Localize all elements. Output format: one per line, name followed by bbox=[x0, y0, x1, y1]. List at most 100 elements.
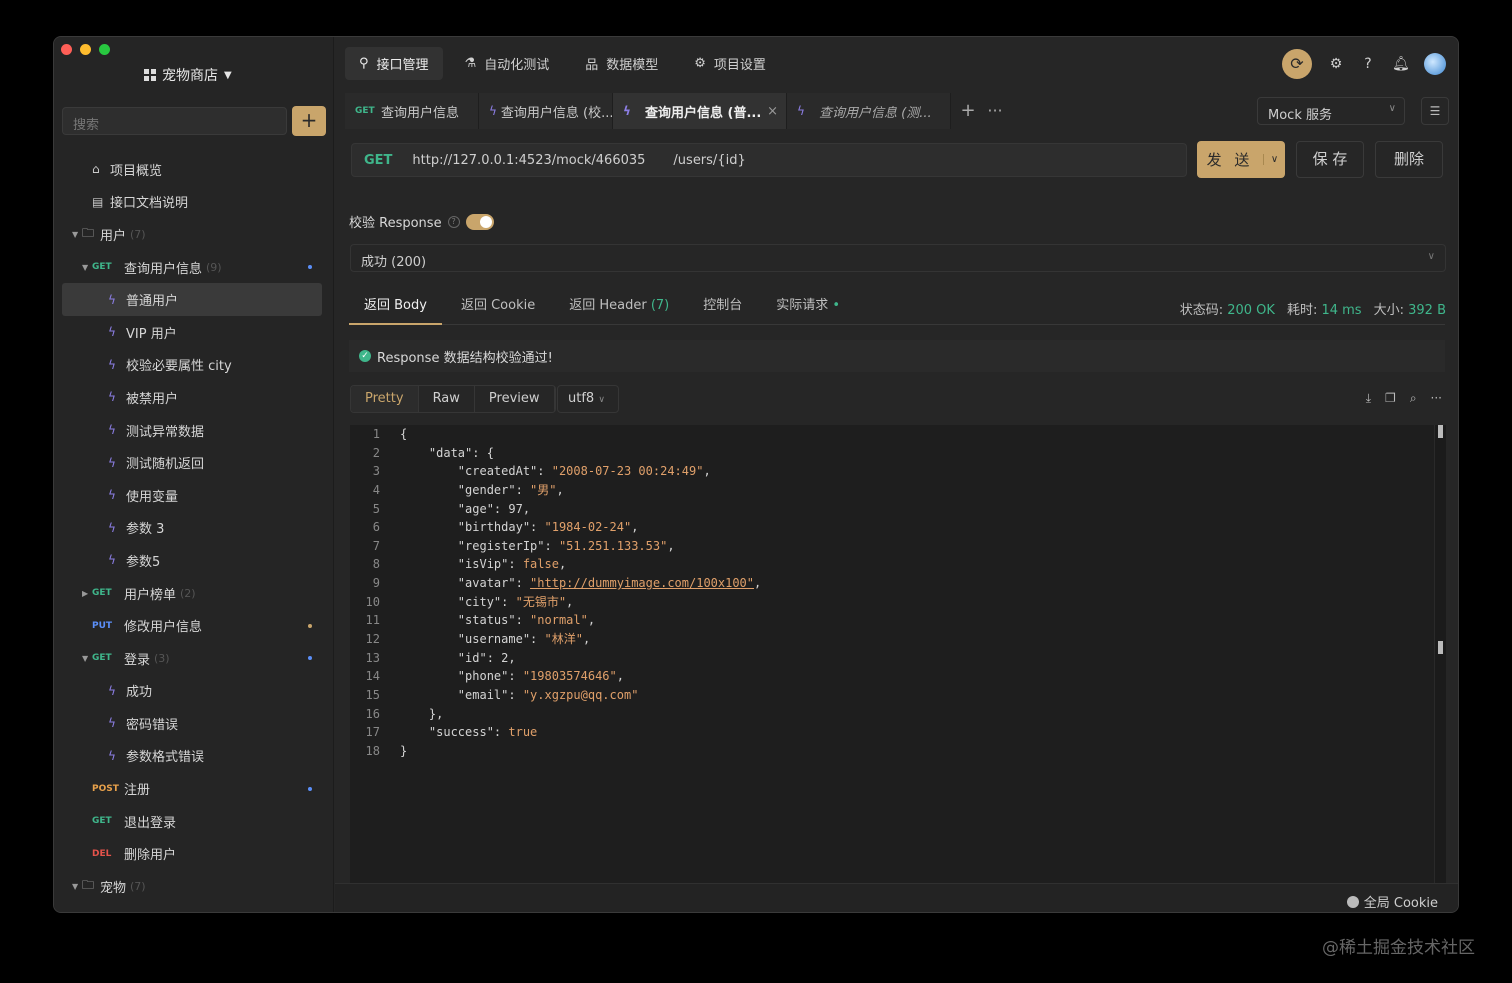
case-item[interactable]: ϟ 密码错误 bbox=[54, 707, 334, 740]
tab-auto-test[interactable]: ⚗ 自动化测试 bbox=[451, 47, 564, 80]
code-line: "data": { bbox=[400, 445, 494, 460]
api-item[interactable]: ▼ GET 登录 (3) bbox=[54, 642, 334, 675]
environment-select[interactable]: Mock 服务 ∨ bbox=[1257, 97, 1405, 125]
method-badge: GET bbox=[355, 106, 375, 116]
view-raw[interactable]: Raw bbox=[419, 386, 475, 412]
bolt-icon: ϟ bbox=[108, 553, 116, 568]
status-code: 状态码: 200 OK bbox=[1180, 299, 1275, 318]
case-item[interactable]: ϟ 参数5 bbox=[54, 544, 334, 577]
help-icon[interactable]: ? bbox=[1360, 56, 1376, 72]
maximize-window-button[interactable] bbox=[99, 44, 110, 55]
case-item[interactable]: ϟ 测试异常数据 bbox=[54, 414, 334, 447]
folder-item[interactable]: ▼ 🗀︎ 用户 (7) bbox=[54, 218, 334, 251]
sync-icon[interactable]: ⟳ bbox=[1282, 49, 1312, 79]
case-item[interactable]: ϟ 使用变量 bbox=[54, 479, 334, 512]
case-item[interactable]: ϟ 校验必要属性 city bbox=[54, 349, 334, 382]
sidebar-item[interactable]: ⌂ 项目概览 bbox=[54, 153, 334, 186]
item-label: 用户榜单 bbox=[124, 587, 177, 603]
more-icon[interactable]: ··· bbox=[1431, 391, 1442, 406]
tab-project-settings[interactable]: ⚙ 项目设置 bbox=[680, 47, 780, 80]
case-item[interactable]: ϟ 被禁用户 bbox=[54, 381, 334, 414]
request-tab[interactable]: ϟ 查询用户信息 (校... bbox=[479, 93, 613, 129]
view-preview[interactable]: Preview bbox=[475, 386, 555, 412]
status-dot bbox=[308, 623, 312, 628]
case-item[interactable]: ϟ 普通用户 bbox=[62, 283, 322, 316]
close-icon[interactable]: × bbox=[767, 104, 778, 119]
menu-icon[interactable]: ☰ bbox=[1421, 97, 1449, 125]
line-number: 5 bbox=[372, 501, 380, 516]
item-label: 退出登录 bbox=[124, 815, 177, 831]
bolt-icon: ϟ bbox=[108, 292, 116, 307]
request-tab[interactable]: ϟ 查询用户信息 (测... bbox=[787, 93, 951, 129]
request-tab[interactable]: GET 查询用户信息 bbox=[345, 93, 479, 129]
scrollbar[interactable] bbox=[1434, 425, 1446, 883]
close-window-button[interactable] bbox=[61, 44, 72, 55]
api-item[interactable]: ▶ GET 用户榜单 (2) bbox=[54, 577, 334, 610]
new-tab-button[interactable]: + bbox=[951, 93, 985, 129]
bolt-icon: ϟ bbox=[108, 455, 116, 470]
tab-data-model[interactable]: 品数据模型 bbox=[571, 47, 672, 80]
avatar[interactable] bbox=[1424, 53, 1446, 75]
view-mode-group: Pretty Raw Preview bbox=[350, 385, 556, 413]
request-tab-active[interactable]: ϟ 查询用户信息 (普... × bbox=[613, 93, 787, 129]
encoding-select[interactable]: utf8 ∨ bbox=[557, 385, 619, 413]
tab-response-cookie[interactable]: 返回 Cookie bbox=[446, 289, 550, 325]
minimize-window-button[interactable] bbox=[80, 44, 91, 55]
url-path[interactable]: /users/{id} bbox=[673, 153, 745, 168]
add-button[interactable]: + bbox=[292, 106, 326, 136]
tab-response-body[interactable]: 返回 Body bbox=[349, 289, 442, 325]
tab-api-manage[interactable]: ⚲ 接口管理 bbox=[345, 47, 443, 80]
save-button[interactable]: 保 存 bbox=[1296, 141, 1364, 178]
meta-label: 状态码: bbox=[1179, 303, 1224, 318]
settings-icon[interactable]: ⚙ bbox=[1328, 56, 1344, 72]
folder-item[interactable]: ▼ 🗀︎ 宠物 (7) bbox=[54, 870, 334, 903]
bell-icon[interactable]: 🔔︎ bbox=[1392, 56, 1410, 72]
delete-button[interactable]: 删除 bbox=[1375, 141, 1443, 178]
search-input[interactable]: 搜索 bbox=[62, 107, 287, 135]
project-switcher[interactable]: 宠物商店 ▼ bbox=[144, 65, 232, 85]
api-item[interactable]: DEL 删除用户 bbox=[54, 837, 334, 870]
response-body-editor[interactable]: 1 2 3 4 5 6 7 8 9 10 11 12 13 14 15 16 17 18 { "data": { … bbox=[350, 425, 1446, 883]
view-pretty[interactable]: Pretty bbox=[351, 386, 419, 412]
bolt-icon: ϟ bbox=[108, 520, 116, 535]
url-bar[interactable]: GET http://127.0.0.1:4523/mock/466035 /u… bbox=[351, 143, 1187, 177]
download-icon[interactable]: ⤓ bbox=[1366, 391, 1371, 406]
api-item[interactable]: ▼ GET 查询用户信息 (9) bbox=[54, 251, 334, 284]
case-item[interactable]: ϟ 参数 3 bbox=[54, 512, 334, 545]
global-cookie-button[interactable]: 全局 Cookie bbox=[1346, 892, 1438, 911]
search-icon[interactable]: ⌕ bbox=[1410, 391, 1417, 406]
tab-actual-request[interactable]: 实际请求 • bbox=[761, 289, 855, 325]
validate-response: 校验 Response ? bbox=[349, 212, 494, 231]
bolt-icon: ϟ bbox=[108, 423, 116, 438]
item-label: 普通用户 bbox=[126, 294, 179, 310]
api-item[interactable]: POST 注册 bbox=[54, 772, 334, 805]
code-line: } bbox=[400, 743, 408, 758]
chevron-down-icon: ∨ bbox=[1427, 251, 1435, 262]
case-item[interactable]: ϟ 参数格式错误 bbox=[54, 740, 334, 773]
sidebar-item[interactable]: ▤ 接口文档说明 bbox=[54, 186, 334, 219]
method-badge: GET bbox=[92, 588, 112, 599]
line-number: 15 bbox=[365, 687, 380, 702]
chevron-down-icon[interactable]: ∨ bbox=[1263, 154, 1285, 165]
validate-toggle[interactable] bbox=[465, 213, 494, 230]
more-tabs-button[interactable]: ··· bbox=[985, 93, 1005, 129]
window-controls bbox=[61, 44, 110, 55]
validation-text: Response 数据结构校验通过! bbox=[377, 350, 553, 366]
send-button[interactable]: 发 送 ∨ bbox=[1197, 141, 1285, 178]
case-item[interactable]: ϟ 成功 bbox=[54, 675, 334, 708]
code-line: "id": 2, bbox=[400, 650, 516, 665]
help-icon[interactable]: ? bbox=[447, 215, 460, 228]
api-item[interactable]: PUT 修改用户信息 bbox=[54, 609, 334, 642]
tab-console[interactable]: 控制台 bbox=[688, 289, 757, 325]
api-item[interactable]: GET 退出登录 bbox=[54, 805, 334, 838]
response-status-select[interactable]: 成功 (200) ∨ bbox=[350, 244, 1446, 272]
status-dot bbox=[308, 265, 312, 270]
caret-down-icon: ▼ bbox=[72, 229, 79, 239]
method-label[interactable]: GET bbox=[352, 153, 412, 168]
tab-response-header[interactable]: 返回 Header (7) bbox=[554, 289, 684, 325]
copy-icon[interactable]: ❐ bbox=[1385, 391, 1396, 406]
case-item[interactable]: ϟ VIP 用户 bbox=[54, 316, 334, 349]
case-item[interactable]: ϟ 测试随机返回 bbox=[54, 446, 334, 479]
header-count: (7) bbox=[650, 298, 670, 313]
flask-icon: ⚗ bbox=[464, 56, 477, 71]
